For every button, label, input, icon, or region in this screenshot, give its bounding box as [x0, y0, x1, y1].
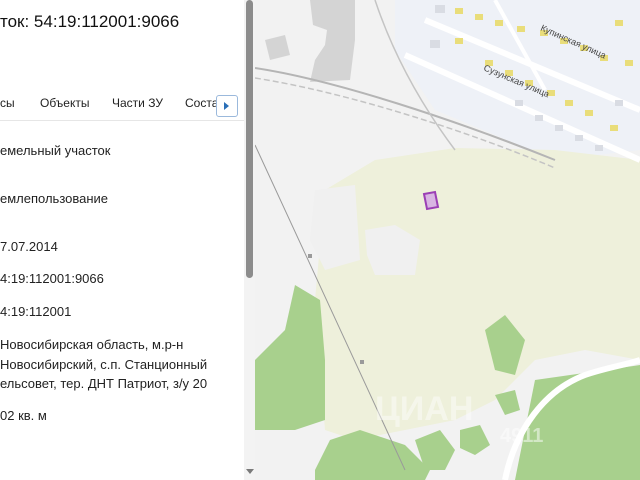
field-quarter: 4:19:112001	[0, 304, 72, 319]
scrollbar-thumb[interactable]	[246, 0, 253, 278]
map-canvas[interactable]: Купинская улица Сузунская улица ЦИАН 491…	[255, 0, 640, 480]
watermark-text: ЦИАН	[375, 390, 473, 428]
field-use: емлепользование	[0, 191, 109, 206]
tab-composition[interactable]: Соста	[185, 96, 218, 110]
field-address-line3: ельсовет, тер. ДНТ Патриот, з/у 20	[0, 376, 208, 391]
tab-bar: сы Объекты Части ЗУ Соста	[0, 90, 245, 121]
tabs-next-button[interactable]	[216, 95, 238, 117]
scrollbar[interactable]	[244, 0, 255, 480]
field-address-line2: Новосибирский, с.п. Станционный	[0, 357, 208, 372]
field-cadastral-number: 4:19:112001:9066	[0, 271, 104, 286]
scroll-down-arrow-icon[interactable]	[246, 469, 254, 474]
tab-objects[interactable]: Объекты	[40, 96, 90, 110]
chevron-right-icon	[224, 102, 229, 110]
power-pole-2	[360, 360, 364, 364]
map-view[interactable]: Купинская улица Сузунская улица ЦИАН 491…	[255, 0, 640, 480]
info-panel: ток: 54:19:112001:9066 сы Объекты Части …	[0, 0, 255, 480]
field-area: 02 кв. м	[0, 408, 47, 423]
field-type: емельный участок	[0, 143, 111, 158]
field-date: 7.07.2014	[0, 239, 58, 254]
page-title: ток: 54:19:112001:9066	[0, 12, 180, 31]
power-pole-1	[308, 254, 312, 258]
tab-ucaskasy[interactable]: сы	[0, 96, 15, 110]
parcel-highlight[interactable]	[422, 190, 440, 211]
field-address-line1: Новосибирская область, м.р-н	[0, 337, 184, 352]
tab-parts[interactable]: Части ЗУ	[112, 96, 163, 110]
watermark-number: 4911	[500, 425, 543, 447]
